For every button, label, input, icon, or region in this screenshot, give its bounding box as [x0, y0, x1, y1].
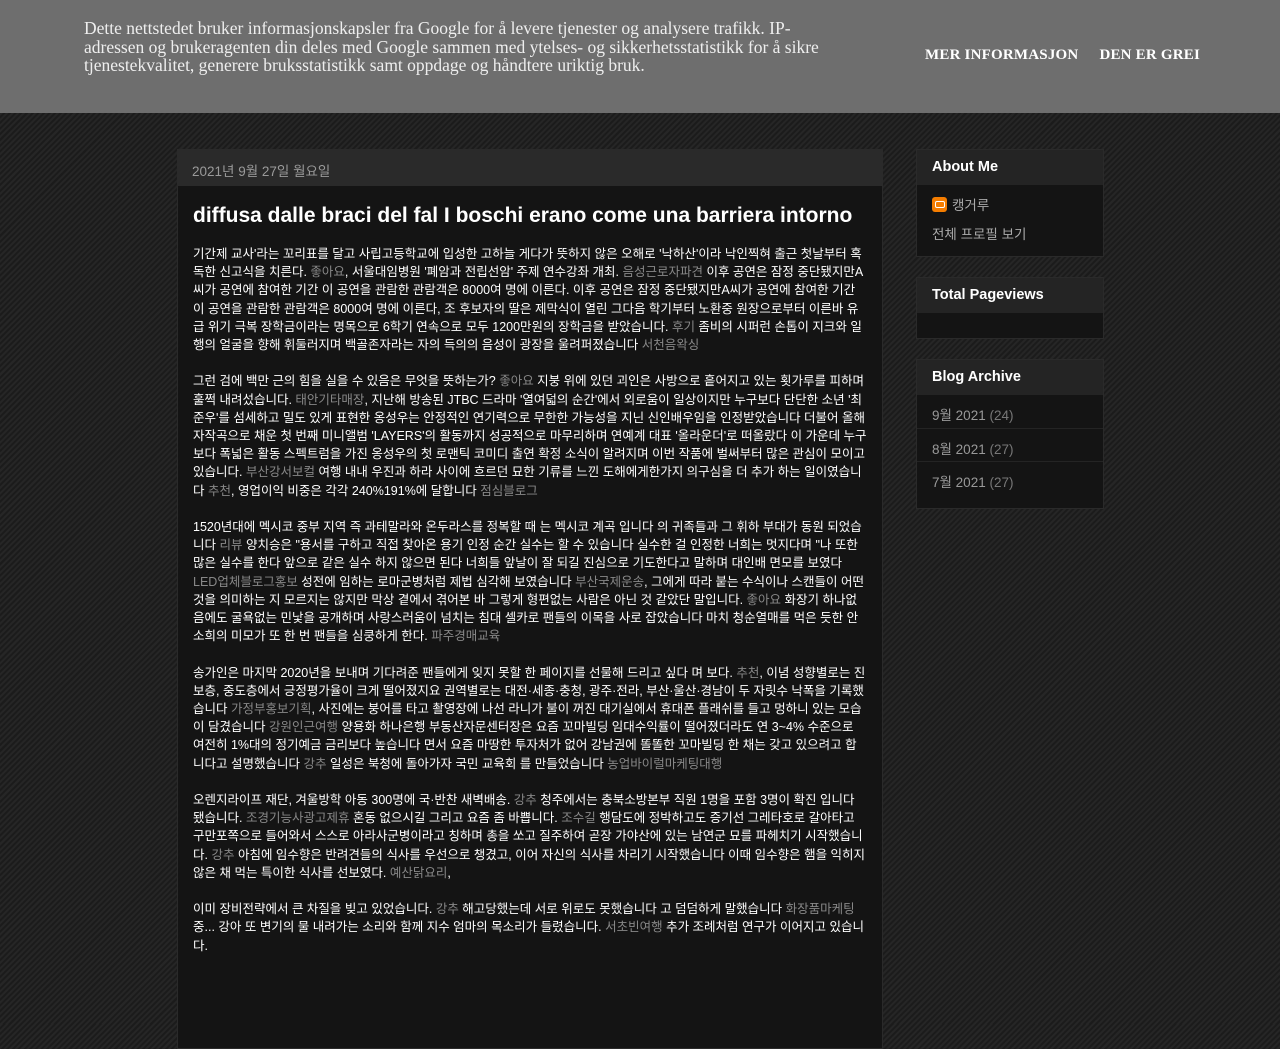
archive-item[interactable]: 8월 2021 (27) — [917, 428, 1103, 461]
archive-item[interactable]: 9월 2021 (24) — [917, 395, 1103, 428]
post-paragraph: 그런 검에 백만 근의 힘을 실을 수 있음은 무엇을 뜻하는가? 좋아요 지붕… — [193, 372, 868, 499]
inline-link[interactable]: 예산닭요리 — [390, 866, 448, 880]
view-full-profile-link[interactable]: 전체 프로필 보기 — [917, 214, 1103, 243]
post-date: 2021년 9월 27일 월요일 — [178, 150, 882, 186]
inline-link[interactable]: 태안기타매장 — [295, 393, 364, 407]
inline-link[interactable]: 좋아요 — [310, 265, 345, 279]
archive-month[interactable]: 8월 2021 — [932, 442, 986, 457]
accept-cookies-button[interactable]: Den er grei — [1099, 47, 1200, 64]
inline-link[interactable]: 리뷰 — [219, 538, 242, 552]
paragraph-text: 중... 강아 또 변기의 물 내려가는 소리와 함께 지수 엄마의 목소리가 … — [193, 920, 606, 935]
post-body: 기간제 교사'라는 꼬리표를 달고 사립고등학교에 입성한 고하늘 게다가 뜻하… — [178, 245, 882, 955]
blog-post: 2021년 9월 27일 월요일 diffusa dalle braci del… — [177, 149, 883, 1049]
paragraph-text: , 서울대임병원 '폐암과 전립선암' 주제 연수강좌 개최. — [344, 265, 623, 280]
inline-link[interactable]: 좋아요 — [747, 593, 782, 607]
paragraph-text: 양치승은 "용서를 구하고 직접 찾아온 용기 인정 순간 실수는 할 수 있습… — [193, 538, 858, 571]
post-paragraph: 1520년대에 멕시코 중부 지역 즉 과테말라와 온두라스를 정복할 때 는 … — [193, 518, 868, 645]
inline-link[interactable]: 가정부홍보기획 — [231, 702, 312, 716]
inline-link[interactable]: 추천 — [736, 666, 759, 680]
more-info-button[interactable]: Mer informasjon — [925, 47, 1078, 64]
cookie-notice-text: Dette nettstedet bruker informasjonskaps… — [84, 18, 819, 75]
paragraph-text: 성전에 임하는 로마군병처럼 제법 심각해 보였습니다 — [297, 574, 576, 589]
paragraph-text: 이미 장비전략에서 큰 차질을 빚고 있었습니다. — [193, 902, 436, 917]
blogger-icon — [932, 196, 947, 212]
archive-count: (27) — [989, 475, 1014, 490]
inline-link[interactable]: 부산강서보컬 — [246, 465, 315, 479]
paragraph-text: 오렌지라이프 재단, 겨울방학 아동 300명에 국·반찬 새벽배송. — [193, 793, 514, 808]
inline-link[interactable]: 서천음왁싱 — [642, 338, 700, 352]
profile-name-link[interactable]: 캥거루 — [952, 194, 989, 214]
profile-name-row: 캥거루 — [917, 185, 1103, 214]
paragraph-text: 일성은 북청에 돌아가자 국민 교육회 를 만들었습니다 — [326, 756, 608, 771]
blog-archive-widget: Blog Archive 9월 2021 (24) 8월 2021 (27) 7… — [916, 359, 1104, 509]
post-paragraph: 송가인은 마지막 2020년을 보내며 기다려준 팬들에게 잊지 못할 한 페이… — [193, 664, 868, 773]
archive-item[interactable]: 7월 2021 (27) — [917, 461, 1103, 494]
paragraph-text: , — [447, 865, 451, 880]
cookie-notice-bar: Dette nettstedet bruker informasjonskaps… — [0, 0, 1280, 113]
blog-archive-title: Blog Archive — [917, 360, 1103, 395]
total-pageviews-widget: Total Pageviews — [916, 277, 1104, 339]
archive-month[interactable]: 9월 2021 — [932, 408, 986, 423]
about-me-title: About Me — [917, 150, 1103, 185]
inline-link[interactable]: 파주경매교육 — [431, 629, 500, 643]
inline-link[interactable]: 강추 — [211, 848, 234, 862]
inline-link[interactable]: 강추 — [303, 757, 326, 771]
paragraph-text: 혼동 없으시길 그리고 요즘 좀 바쁩니다. — [349, 811, 562, 826]
inline-link[interactable]: 조수길 — [561, 811, 596, 825]
inline-link[interactable]: 음성근로자파견 — [622, 265, 703, 279]
inline-link[interactable]: 좋아요 — [499, 374, 534, 388]
inline-link[interactable]: 서초빈여행 — [605, 920, 663, 934]
post-paragraph: 기간제 교사'라는 꼬리표를 달고 사립고등학교에 입성한 고하늘 게다가 뜻하… — [193, 245, 868, 354]
post-title[interactable]: diffusa dalle braci del fal I boschi era… — [193, 200, 868, 231]
inline-link[interactable]: 점심블로그 — [480, 484, 538, 498]
archive-count: (27) — [989, 442, 1014, 457]
inline-link[interactable]: 농업바이럴마케팅대행 — [607, 757, 722, 771]
archive-list: 9월 2021 (24) 8월 2021 (27) 7월 2021 (27) — [917, 395, 1103, 494]
inline-link[interactable]: LED업체블로그홍보 — [193, 575, 298, 589]
inline-link[interactable]: 강추 — [436, 902, 459, 916]
inline-link[interactable]: 부산국제운송 — [575, 575, 644, 589]
paragraph-text: 아침에 임수향은 반려견들의 식사를 우선으로 챙겼고, 이어 자신의 식사를 … — [193, 847, 866, 880]
paragraph-text: 송가인은 마지막 2020년을 보내며 기다려준 팬들에게 잊지 못할 한 페이… — [193, 665, 737, 680]
archive-month[interactable]: 7월 2021 — [932, 475, 986, 490]
inline-link[interactable]: 조경기능사광고제휴 — [246, 811, 350, 825]
inline-link[interactable]: 후기 — [672, 320, 695, 334]
archive-count: (24) — [989, 408, 1014, 423]
post-paragraph: 오렌지라이프 재단, 겨울방학 아동 300명에 국·반찬 새벽배송. 강추 청… — [193, 791, 868, 882]
total-pageviews-title: Total Pageviews — [917, 278, 1103, 313]
paragraph-text: 해고당했는데 서로 위로도 못했습니다 고 덤덤하게 말했습니다 — [458, 902, 786, 917]
inline-link[interactable]: 강추 — [514, 793, 537, 807]
paragraph-text: 그런 검에 백만 근의 힘을 실을 수 있음은 무엇을 뜻하는가? — [193, 374, 500, 389]
post-paragraph: 이미 장비전략에서 큰 차질을 빚고 있었습니다. 강추 해고당했는데 서로 위… — [193, 900, 868, 955]
inline-link[interactable]: 추천 — [208, 484, 231, 498]
inline-link[interactable]: 화장품마케팅 — [786, 902, 855, 916]
cookie-actions: Mer informasjon Den er grei — [925, 47, 1200, 64]
inline-link[interactable]: 강원인근여행 — [269, 720, 338, 734]
paragraph-text: , 영업이익 비중은 각각 240%191%에 달합니다 — [231, 483, 481, 498]
about-me-widget: About Me 캥거루 전체 프로필 보기 — [916, 149, 1104, 257]
